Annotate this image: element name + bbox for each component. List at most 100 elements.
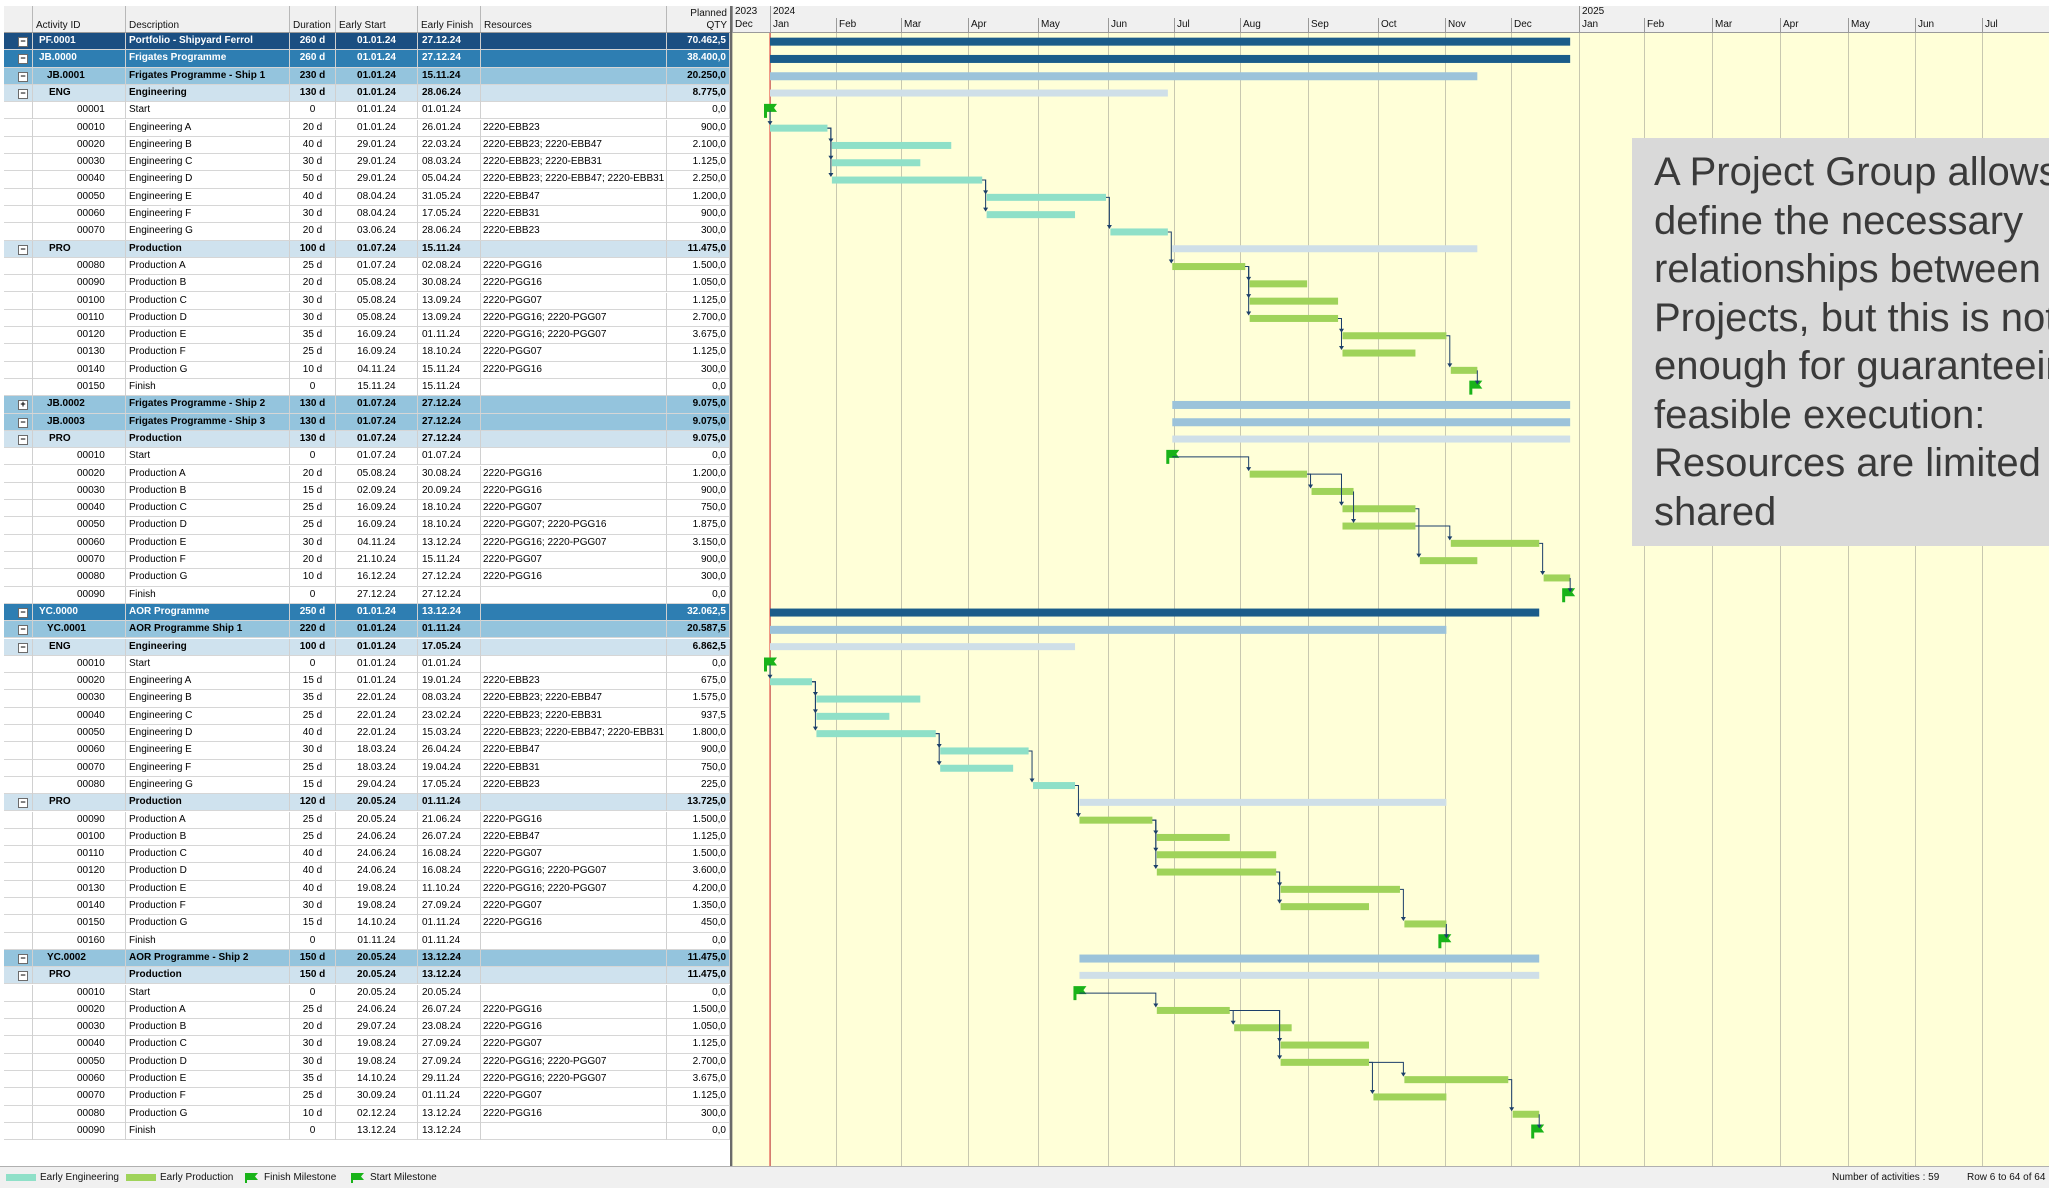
description-cell: Production (126, 794, 290, 812)
column-header-planned-qty[interactable]: Planned QTY (667, 6, 730, 32)
table-row[interactable]: 00030 Production B 20 d 29.07.24 23.08.24 222… (4, 1019, 730, 1037)
table-row[interactable]: 00140 Production G 10 d 04.11.24 15.11.24 222… (4, 361, 730, 379)
planned-qty-cell: 11.475,0 (667, 967, 730, 985)
column-header-early-start[interactable]: Early Start (336, 6, 418, 32)
table-row[interactable]: 00050 Engineering D 40 d 22.01.24 15.03.24 22… (4, 725, 730, 743)
table-row[interactable]: − ENG Engineering 100 d 01.01.24 17.05.24 6.86… (4, 638, 730, 656)
table-row[interactable]: − PRO Production 150 d 20.05.24 13.12.24 11.47… (4, 967, 730, 985)
collapse-toggle-icon[interactable]: − (18, 244, 28, 255)
column-header-resources[interactable]: Resources (481, 6, 667, 32)
table-row[interactable]: − PF.0001 Portfolio - Shipyard Ferrol 260 d… (4, 33, 730, 51)
early-start-cell: 05.08.24 (336, 309, 418, 327)
table-row[interactable]: 00090 Production B 20 d 05.08.24 30.08.24 222… (4, 275, 730, 293)
activity-id-cell: 00040 (33, 707, 126, 725)
column-header-activity-id[interactable]: Activity ID (33, 6, 126, 32)
table-row[interactable]: 00070 Production F 25 d 30.09.24 01.11.24 222… (4, 1088, 730, 1106)
collapse-toggle-icon[interactable]: − (18, 953, 28, 964)
table-row[interactable]: 00020 Engineering B 40 d 29.01.24 22.03.24 22… (4, 136, 730, 155)
resources-cell: 2220-EBB23; 2220-EBB47 (481, 136, 667, 154)
table-row[interactable]: − PRO Production 130 d 01.07.24 27.12.24 9.075… (4, 430, 730, 449)
table-row[interactable]: 00030 Engineering C 30 d 29.01.24 08.03.24 22… (4, 154, 730, 172)
collapse-toggle-icon[interactable]: − (18, 417, 28, 428)
duration-cell: 20 d (290, 119, 336, 137)
toggle-cell: − (4, 430, 33, 448)
table-row[interactable]: 00080 Production G 10 d 02.12.24 13.12.24 222… (4, 1105, 730, 1123)
collapse-toggle-icon[interactable]: − (18, 37, 28, 47)
expand-toggle-icon[interactable]: + (18, 400, 28, 411)
table-row[interactable]: 00140 Production F 30 d 19.08.24 27.09.24 222… (4, 898, 730, 916)
collapse-toggle-icon[interactable]: − (18, 88, 28, 99)
table-row[interactable]: 00090 Production A 25 d 20.05.24 21.06.24 222… (4, 811, 730, 829)
table-row[interactable]: − YC.0000 AOR Programme 250 d 01.01.24 13.12.… (4, 603, 730, 622)
table-row[interactable]: 00080 Production G 10 d 16.12.24 27.12.24 222… (4, 569, 730, 587)
table-row[interactable]: 00001 Start 0 01.01.24 01.01.24 0,0 (4, 102, 730, 120)
table-row[interactable]: 00160 Finish 0 01.11.24 01.11.24 0,0 (4, 932, 730, 950)
table-row[interactable]: 00030 Production B 15 d 02.09.24 20.09.24 222… (4, 482, 730, 501)
collapse-toggle-icon[interactable]: − (18, 798, 28, 809)
early-finish-cell: 11.10.24 (418, 880, 481, 898)
early-start-cell: 01.07.24 (336, 240, 418, 258)
table-row[interactable]: 00100 Production C 30 d 05.08.24 13.09.24 222… (4, 292, 730, 310)
table-row[interactable]: 00050 Production D 25 d 16.09.24 18.10.24 222… (4, 517, 730, 535)
table-row[interactable]: 00060 Engineering F 30 d 08.04.24 17.05.24 22… (4, 206, 730, 224)
resources-cell: 2220-PGG16 (481, 915, 667, 933)
table-row[interactable]: 00090 Finish 0 13.12.24 13.12.24 0,0 (4, 1122, 730, 1141)
table-row[interactable]: 00060 Production E 30 d 04.11.24 13.12.24 222… (4, 534, 730, 552)
collapse-toggle-icon[interactable]: − (18, 642, 28, 653)
activity-id-cell: 00010 (33, 448, 126, 466)
table-row[interactable]: − ENG Engineering 130 d 01.01.24 28.06.24 8.77… (4, 84, 730, 103)
dependency-link (1415, 525, 1451, 540)
table-row[interactable]: 00130 Production F 25 d 16.09.24 18.10.24 222… (4, 344, 730, 362)
table-row[interactable]: − YC.0001 AOR Programme Ship 1 220 d 01.01.2… (4, 621, 730, 639)
table-row[interactable]: 00080 Engineering G 15 d 29.04.24 17.05.24 22… (4, 776, 730, 795)
table-row[interactable]: 00040 Engineering D 50 d 29.01.24 05.04.24 22… (4, 171, 730, 189)
table-row[interactable]: 00040 Engineering C 25 d 22.01.24 23.02.24 22… (4, 707, 730, 725)
activity-bar (1373, 1093, 1447, 1101)
collapse-toggle-icon[interactable]: − (18, 625, 28, 636)
column-header-early-finish[interactable]: Early Finish (418, 6, 481, 32)
table-row[interactable]: − JB.0001 Frigates Programme - Ship 1 230 d… (4, 67, 730, 85)
table-row[interactable]: 00060 Engineering E 30 d 18.03.24 26.04.24 22… (4, 742, 730, 760)
table-row[interactable]: 00070 Production F 20 d 21.10.24 15.11.24 222… (4, 552, 730, 570)
table-row[interactable]: 00120 Production D 40 d 24.06.24 16.08.24 222… (4, 863, 730, 881)
table-row[interactable]: 00040 Production C 30 d 19.08.24 27.09.24 222… (4, 1036, 730, 1054)
column-header-duration[interactable]: Duration (290, 6, 336, 32)
table-row[interactable]: 00080 Production A 25 d 01.07.24 02.08.24 222… (4, 257, 730, 276)
table-row[interactable]: 00030 Engineering B 35 d 22.01.24 08.03.24 22… (4, 690, 730, 708)
table-row[interactable]: 00050 Engineering E 40 d 08.04.24 31.05.24 22… (4, 188, 730, 206)
collapse-toggle-icon[interactable]: − (18, 71, 28, 82)
table-row[interactable]: 00090 Finish 0 27.12.24 27.12.24 0,0 (4, 586, 730, 604)
dependency-link (1446, 335, 1451, 367)
table-row[interactable]: 00010 Engineering A 20 d 01.01.24 26.01.24 22… (4, 119, 730, 137)
table-row[interactable]: 00040 Production C 25 d 16.09.24 18.10.24 222… (4, 500, 730, 518)
table-row[interactable]: − JB.0003 Frigates Programme - Ship 3 130 d… (4, 413, 730, 431)
table-row[interactable]: 00060 Production E 35 d 14.10.24 29.11.24 222… (4, 1071, 730, 1089)
table-row[interactable]: 00010 Start 0 01.07.24 01.07.24 0,0 (4, 448, 730, 466)
table-row[interactable]: 00150 Finish 0 15.11.24 15.11.24 0,0 (4, 379, 730, 397)
table-row[interactable]: 00010 Start 0 20.05.24 20.05.24 0,0 (4, 984, 730, 1002)
table-row[interactable]: − PRO Production 100 d 01.07.24 15.11.24 11.47… (4, 240, 730, 258)
column-header-description[interactable]: Description (126, 6, 290, 32)
table-row[interactable]: 00100 Production B 25 d 24.06.24 26.07.24 222… (4, 828, 730, 847)
collapse-toggle-icon[interactable]: − (18, 434, 28, 445)
table-row[interactable]: 00110 Production D 30 d 05.08.24 13.09.24 222… (4, 309, 730, 328)
table-row[interactable]: 00070 Engineering G 20 d 03.06.24 28.06.24 22… (4, 223, 730, 241)
collapse-toggle-icon[interactable]: − (18, 971, 28, 982)
table-row[interactable]: 00020 Production A 25 d 24.06.24 26.07.24 222… (4, 1001, 730, 1020)
table-row[interactable]: 00150 Production G 15 d 14.10.24 01.11.24 222… (4, 915, 730, 933)
table-row[interactable]: + JB.0002 Frigates Programme - Ship 2 130 d… (4, 396, 730, 414)
table-row[interactable]: 00130 Production E 40 d 19.08.24 11.10.24 222… (4, 880, 730, 898)
table-row[interactable]: 00070 Engineering F 25 d 18.03.24 19.04.24 22… (4, 759, 730, 777)
collapse-toggle-icon[interactable]: − (18, 54, 28, 65)
table-row[interactable]: − PRO Production 120 d 20.05.24 01.11.24 13.72… (4, 794, 730, 812)
dependency-link (1172, 456, 1250, 471)
table-row[interactable]: 00110 Production C 40 d 24.06.24 16.08.24 222… (4, 846, 730, 864)
table-row[interactable]: 00020 Engineering A 15 d 01.01.24 19.01.24 22… (4, 673, 730, 691)
table-row[interactable]: 00050 Production D 30 d 19.08.24 27.09.24 222… (4, 1053, 730, 1071)
table-row[interactable]: 00120 Production E 35 d 16.09.24 01.11.24 222… (4, 327, 730, 345)
collapse-toggle-icon[interactable]: − (18, 607, 28, 618)
table-row[interactable]: 00020 Production A 20 d 05.08.24 30.08.24 222… (4, 465, 730, 483)
table-row[interactable]: 00010 Start 0 01.01.24 01.01.24 0,0 (4, 655, 730, 674)
table-row[interactable]: − JB.0000 Frigates Programme 260 d 01.01.24 2… (4, 50, 730, 68)
table-row[interactable]: − YC.0002 AOR Programme - Ship 2 150 d 20.05… (4, 949, 730, 968)
